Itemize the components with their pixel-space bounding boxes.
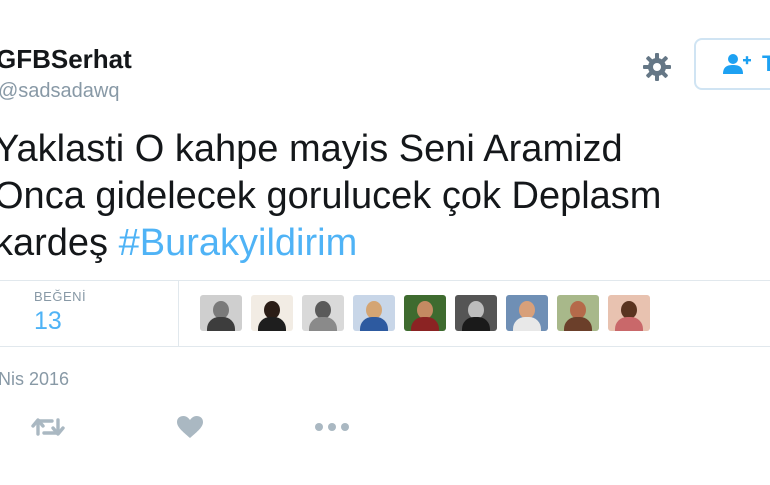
follow-button-label: T [762, 51, 770, 76]
stats-divider [178, 280, 179, 346]
retweet-icon [31, 418, 65, 436]
avatar[interactable] [200, 295, 242, 331]
avatar[interactable] [353, 295, 395, 331]
tweet-card: GFBSerhat @sadsadawq T Yaklasti O kahpe … [0, 0, 770, 485]
more-button[interactable] [312, 412, 352, 442]
like-button[interactable] [170, 412, 210, 442]
liker-avatars [200, 295, 650, 331]
avatar[interactable] [557, 295, 599, 331]
divider [0, 280, 770, 281]
avatar[interactable] [404, 295, 446, 331]
add-user-icon [723, 54, 751, 74]
heart-icon [177, 416, 203, 438]
follow-button[interactable]: T [694, 38, 770, 90]
hashtag-link[interactable]: #Burakyildirim [119, 222, 358, 264]
gear-icon [643, 53, 671, 81]
tweet-text: Yaklasti O kahpe mayis Seni Aramizd Onca… [0, 126, 770, 267]
username[interactable]: @sadsadawq [0, 80, 119, 103]
avatar[interactable] [506, 295, 548, 331]
avatar[interactable] [608, 295, 650, 331]
avatar[interactable] [251, 295, 293, 331]
tweet-text-line: Yaklasti O kahpe mayis Seni Aramizd [0, 128, 623, 170]
tweet-text-line: Onca gidelecek gorulucek çok Deplasm [0, 175, 662, 217]
tweet-date[interactable]: Nis 2016 [0, 369, 69, 390]
tweet-settings-button[interactable] [638, 48, 676, 86]
display-name[interactable]: GFBSerhat [0, 44, 132, 75]
retweet-button[interactable] [28, 412, 68, 442]
divider [0, 346, 770, 347]
avatar[interactable] [302, 295, 344, 331]
likes-count[interactable]: 13 [34, 307, 62, 336]
avatar[interactable] [455, 295, 497, 331]
tweet-text-line: kardeş #Burakyildirim [0, 220, 770, 267]
more-dots-icon [315, 423, 349, 431]
likes-label[interactable]: BEĞENİ [34, 289, 86, 304]
tweet-text-fragment: kardeş [0, 222, 119, 264]
